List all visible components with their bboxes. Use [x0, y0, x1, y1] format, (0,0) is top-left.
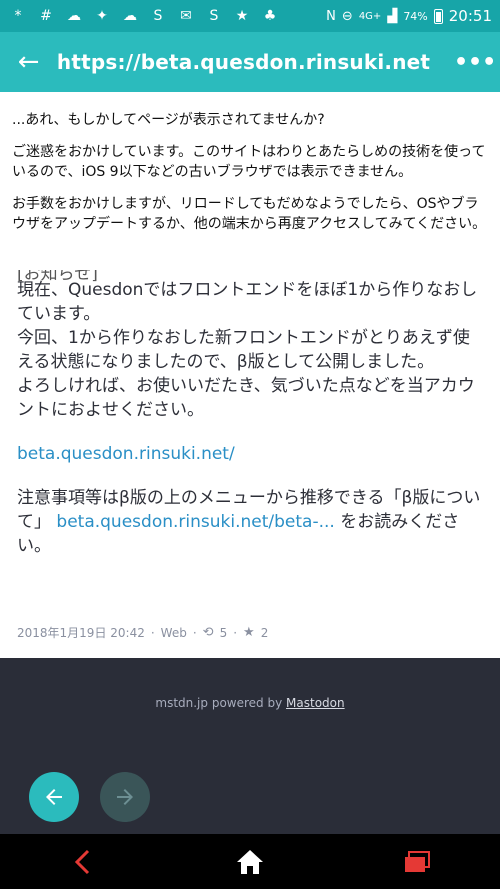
boost-icon: ⟲ — [202, 625, 214, 640]
notification-icon-6: S — [153, 8, 163, 24]
notification-icon-1: * — [14, 8, 22, 24]
notification-icon-5: ☁ — [123, 8, 137, 24]
mastodon-link[interactable]: Mastodon — [286, 696, 345, 710]
beta-about-link[interactable]: beta.quesdon.rinsuki.net/beta-... — [56, 512, 334, 532]
nav-recents-button[interactable] — [377, 834, 457, 889]
notification-icon-2: # — [40, 8, 52, 24]
source-app: Web — [160, 625, 187, 640]
post-paragraph-2: 注意事項等はβ版の上のメニューから推移できる「β版について」 beta.ques… — [17, 488, 481, 556]
notification-icon-10: ♣ — [263, 8, 277, 24]
powered-by: mstdn.jp powered by Mastodon — [155, 696, 345, 710]
notification-icons: * # ☁ ✦ ☁ S ✉ S ★ ♣ — [8, 6, 280, 26]
system-status: N ⊖ 4G+ ▟ 74% 20:51 — [326, 7, 492, 25]
signal-icon: ▟ — [387, 8, 398, 24]
battery-percent: 74% — [403, 9, 428, 23]
status-bar: * # ☁ ✦ ☁ S ✉ S ★ ♣ N ⊖ 4G+ ▟ 74% 20:51 — [0, 0, 500, 32]
beta-link[interactable]: beta.quesdon.rinsuki.net/ — [17, 444, 235, 464]
arrow-left-icon — [46, 789, 62, 805]
favourite-count: 2 — [260, 625, 269, 640]
boost-count: 5 — [219, 625, 228, 640]
home-icon — [236, 849, 263, 874]
clipped-line: [お知らせ] — [17, 270, 98, 282]
status-content: [お知らせ] 現在、Quesdonではフロントエンドをほぼ1から作りなおしていま… — [0, 270, 500, 658]
history-back-button[interactable] — [29, 772, 79, 822]
toot-body: [お知らせ] 現在、Quesdonではフロントエンドをほぼ1から作りなおしていま… — [17, 270, 483, 578]
notice-line-2: ご迷惑をおかけしています。このサイトはわりとあたらしめの技術を使っているので、i… — [12, 144, 486, 180]
back-arrow-icon[interactable]: ← — [0, 32, 57, 92]
status-meta: 2018年1月19日 20:42 · Web · ⟲ 5 · ★ 2 — [17, 624, 269, 641]
nav-back-icon — [75, 849, 90, 874]
post-link-1: beta.quesdon.rinsuki.net/ — [17, 442, 483, 466]
dnd-icon: ⊖ — [341, 8, 353, 24]
nfc-icon: N — [326, 8, 336, 24]
nav-back-button[interactable] — [43, 834, 123, 889]
notification-icon-7: ✉ — [180, 8, 192, 24]
system-nav-bar — [0, 834, 500, 889]
recents-icon — [404, 850, 430, 872]
browser-app-bar: ← https://beta.quesdon.rinsuki.net ••• — [0, 32, 500, 92]
notification-icon-9: ★ — [235, 8, 249, 24]
nav-home-button[interactable] — [210, 834, 290, 889]
compat-notice: ...あれ、もしかしてページが表示されてませんか? ご迷惑をおかけしています。こ… — [0, 92, 500, 246]
notification-icon-4: ✦ — [96, 8, 108, 24]
arrow-right-icon — [117, 789, 133, 805]
history-forward-button[interactable] — [100, 772, 150, 822]
page-url-title[interactable]: https://beta.quesdon.rinsuki.net — [57, 50, 450, 74]
notification-icon-8: S — [209, 8, 219, 24]
notice-line-3: お手数をおかけしますが、リロードしてもだめなようでしたら、OSやブラウザをアップ… — [12, 196, 487, 232]
notification-icon-3: ☁ — [67, 8, 81, 24]
clock: 20:51 — [448, 7, 492, 25]
network-type: 4G+ — [358, 10, 382, 22]
more-options-icon[interactable]: ••• — [450, 32, 500, 92]
battery-icon — [433, 8, 443, 24]
star-icon: ★ — [243, 625, 255, 640]
timestamp[interactable]: 2018年1月19日 20:42 — [17, 624, 145, 641]
post-paragraph-1: 現在、Quesdonではフロントエンドをほぼ1から作りなおしています。 今回、1… — [17, 280, 478, 420]
notice-line-1: ...あれ、もしかしてページが表示されてませんか? — [12, 112, 325, 128]
